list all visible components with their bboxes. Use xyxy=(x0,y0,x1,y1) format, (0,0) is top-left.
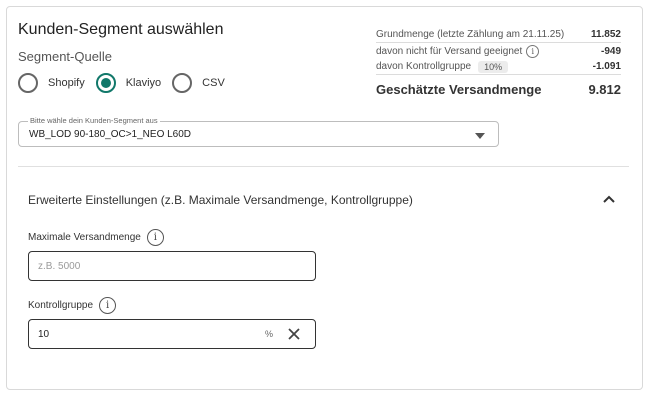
stat-base-value: 11.852 xyxy=(590,29,621,40)
chevron-up-icon[interactable] xyxy=(601,193,617,205)
page-title: Kunden-Segment auswählen xyxy=(18,21,224,38)
stat-row-unsuitable: davon nicht für Versand geeignet i -949 xyxy=(376,43,621,59)
stat-row-control: davon Kontrollgruppe 10% -1.091 xyxy=(376,59,621,75)
control-group-label: Kontrollgruppe xyxy=(28,300,94,311)
advanced-settings-title[interactable]: Erweiterte Einstellungen (z.B. Maximale … xyxy=(28,193,413,207)
segment-source-label: Segment-Quelle xyxy=(18,49,112,64)
segment-select[interactable]: Bitte wähle dein Kunden-Segment aus WB_L… xyxy=(18,116,499,147)
send-volume-summary: Grundmenge (letzte Zählung am 21.11.25) … xyxy=(376,27,621,99)
close-icon[interactable] xyxy=(287,327,301,341)
max-volume-label: Maximale Versandmenge xyxy=(28,232,141,243)
segment-source-radio-group: Shopify Klaviyo CSV xyxy=(18,73,236,93)
stat-total-value: 9.812 xyxy=(588,81,621,97)
control-group-field[interactable]: % xyxy=(28,319,316,349)
max-volume-label-row: Maximale Versandmenge i xyxy=(28,229,164,246)
control-group-input[interactable] xyxy=(29,320,229,348)
radio-circle-shopify[interactable] xyxy=(18,73,38,93)
radio-label-klaviyo: Klaviyo xyxy=(125,77,162,89)
stat-row-total: Geschätzte Versandmenge 9.812 xyxy=(376,79,621,99)
segment-select-legend: Bitte wähle dein Kunden-Segment aus xyxy=(28,116,160,125)
stat-unsuitable-value: -949 xyxy=(600,45,621,57)
divider xyxy=(18,166,629,167)
control-percent-badge: 10% xyxy=(478,60,509,73)
max-volume-input[interactable] xyxy=(29,252,229,280)
max-volume-field[interactable] xyxy=(28,251,316,281)
info-icon[interactable]: i xyxy=(526,44,540,58)
radio-shopify[interactable]: Shopify xyxy=(18,73,85,93)
stat-control-value: -1.091 xyxy=(592,61,621,72)
stat-row-base: Grundmenge (letzte Zählung am 21.11.25) … xyxy=(376,27,621,43)
dropdown-caret-icon[interactable] xyxy=(475,133,485,139)
stat-total-label: Geschätzte Versandmenge xyxy=(376,81,542,97)
info-icon[interactable]: i xyxy=(146,229,164,246)
radio-label-csv: CSV xyxy=(202,77,225,89)
percent-suffix: % xyxy=(265,329,274,339)
stat-control-label: davon Kontrollgruppe xyxy=(376,61,472,72)
control-group-label-row: Kontrollgruppe i xyxy=(28,297,117,314)
stat-base-label: Grundmenge (letzte Zählung am 21.11.25) xyxy=(376,29,565,40)
radio-circle-klaviyo[interactable] xyxy=(95,73,116,93)
radio-circle-csv[interactable] xyxy=(172,73,193,93)
segment-select-value: WB_LOD 90-180_OC>1_NEO L60D xyxy=(29,129,192,140)
radio-klaviyo[interactable]: Klaviyo xyxy=(95,73,162,93)
info-icon[interactable]: i xyxy=(99,297,117,314)
radio-csv[interactable]: CSV xyxy=(172,73,225,93)
radio-label-shopify: Shopify xyxy=(48,77,85,89)
stat-unsuitable-label: davon nicht für Versand geeignet xyxy=(376,45,523,57)
